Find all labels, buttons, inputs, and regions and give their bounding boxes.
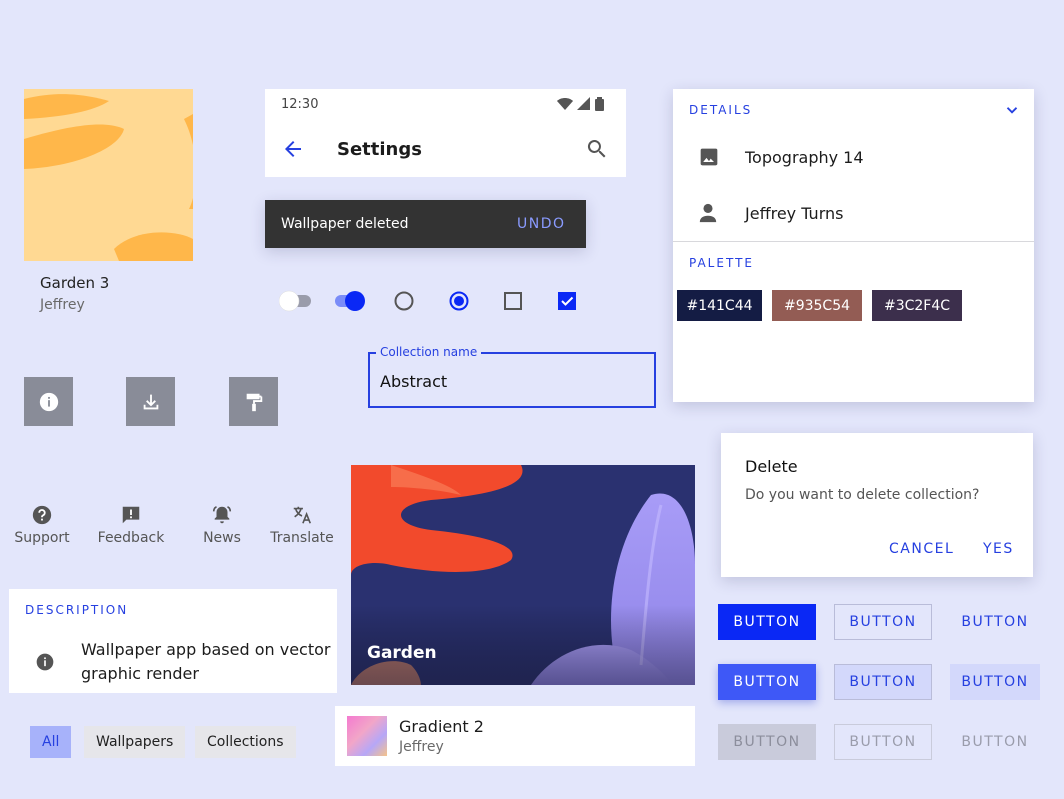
gradient-title: Gradient 2 (399, 717, 484, 736)
description-card: DESCRIPTION Wallpaper app based on vecto… (9, 589, 337, 693)
yes-button[interactable]: YES (983, 541, 1014, 557)
gradient-list-item[interactable]: Gradient 2 Jeffrey (335, 706, 695, 766)
switch-off-graphic (279, 290, 311, 312)
expand-button[interactable] (1003, 101, 1021, 119)
contained-button-hover[interactable]: BUTTON (718, 664, 816, 700)
chevron-down-icon (1006, 107, 1018, 114)
switch-on[interactable] (333, 290, 367, 312)
page-title: Settings (337, 139, 422, 160)
garden-thumbnail[interactable] (24, 89, 193, 261)
switch-on-graphic (335, 291, 365, 311)
cancel-button[interactable]: CANCEL (889, 541, 954, 557)
description-line-2: graphic render (81, 664, 199, 683)
swatch-3[interactable]: #3C2F4C (872, 290, 962, 321)
gradient-subtitle: Jeffrey (399, 739, 444, 755)
garden-hero-card[interactable]: Garden (351, 465, 695, 685)
dialog-title: Delete (745, 457, 798, 476)
back-button[interactable] (281, 137, 305, 161)
contained-button[interactable]: BUTTON (718, 604, 816, 640)
paint-roller-icon (246, 393, 262, 411)
palette-overline: PALETTE (689, 256, 754, 270)
thumb-title: Garden 3 (40, 274, 110, 292)
details-item-label: Topography 14 (745, 148, 864, 167)
news-label: News (203, 530, 241, 546)
checkbox-unchecked[interactable] (504, 292, 522, 310)
chip-wallpapers[interactable]: Wallpapers (84, 726, 186, 758)
feedback-label: Feedback (97, 530, 165, 546)
details-overline: DETAILS (689, 103, 753, 117)
undo-button[interactable]: UNDO (517, 216, 566, 232)
details-item-image[interactable]: Topography 14 (673, 133, 1034, 181)
swatch-2[interactable]: #935C54 (772, 290, 862, 321)
support-item[interactable]: Support (2, 504, 82, 546)
details-item-label: Jeffrey Turns (745, 204, 844, 223)
collection-name-field[interactable]: Collection name Abstract (368, 345, 656, 408)
description-overline: DESCRIPTION (25, 603, 129, 617)
radio-unchecked-icon (394, 291, 414, 311)
app-bar: 12:30 Settings (265, 89, 626, 177)
arrow-back-icon (285, 141, 301, 157)
details-item-person[interactable]: Jeffrey Turns (673, 189, 1034, 237)
feedback-item[interactable]: Feedback (91, 504, 171, 546)
collection-name-value: Abstract (380, 372, 448, 391)
chip-collections[interactable]: Collections (195, 726, 296, 758)
wifi-icon (557, 98, 573, 110)
format-paint-button[interactable] (229, 377, 278, 426)
translate-label: Translate (270, 530, 334, 546)
gradient-thumbnail (347, 716, 387, 756)
image-icon (700, 148, 718, 166)
description-line-1: Wallpaper app based on vector (81, 640, 331, 659)
battery-icon (595, 97, 604, 111)
outlined-button[interactable]: BUTTON (834, 604, 932, 640)
radio-checked-icon (449, 291, 469, 311)
switch-off[interactable] (279, 290, 313, 312)
text-button[interactable]: BUTTON (946, 604, 1044, 640)
contained-button-disabled: BUTTON (718, 724, 816, 760)
news-item[interactable]: News (182, 504, 262, 546)
chip-all[interactable]: All (30, 726, 72, 758)
hero-title: Garden (367, 643, 437, 663)
checkbox-checked-icon (558, 292, 576, 310)
download-icon (143, 394, 158, 409)
support-label: Support (14, 530, 70, 546)
garden-art (24, 94, 193, 261)
status-time: 12:30 (281, 97, 319, 112)
person-icon (699, 203, 717, 223)
notification-icon (212, 506, 232, 524)
collection-name-label: Collection name (376, 345, 482, 359)
radio-checked[interactable] (449, 291, 469, 311)
search-button[interactable] (585, 137, 609, 161)
thumb-subtitle: Jeffrey (40, 297, 85, 313)
info-icon (36, 653, 54, 671)
details-card: DETAILS Topography 14 Jeffrey Turns PALE… (673, 89, 1034, 402)
dialog-body: Do you want to delete collection? (745, 487, 980, 503)
search-icon (587, 140, 606, 158)
feedback-icon (122, 506, 140, 524)
translate-item[interactable]: Translate (262, 504, 342, 546)
text-button-hover[interactable]: BUTTON (950, 664, 1040, 700)
download-button[interactable] (126, 377, 175, 426)
signal-icon (577, 97, 590, 110)
outlined-button-disabled: BUTTON (834, 724, 932, 760)
status-icons (557, 97, 604, 111)
divider (673, 241, 1034, 242)
outlined-button-hover[interactable]: BUTTON (834, 664, 932, 700)
checkbox-unchecked-icon (504, 292, 522, 310)
snackbar-message: Wallpaper deleted (281, 216, 409, 232)
radio-unchecked[interactable] (394, 291, 414, 311)
swatch-1[interactable]: #141C44 (677, 290, 762, 321)
checkbox-checked[interactable] (558, 292, 576, 310)
info-icon (39, 392, 58, 411)
translate-icon (293, 506, 312, 524)
delete-dialog: Delete Do you want to delete collection?… (721, 433, 1033, 577)
snackbar: Wallpaper deleted UNDO (265, 200, 586, 248)
info-button[interactable] (24, 377, 73, 426)
text-button-disabled: BUTTON (961, 734, 1029, 750)
help-icon (32, 505, 52, 525)
